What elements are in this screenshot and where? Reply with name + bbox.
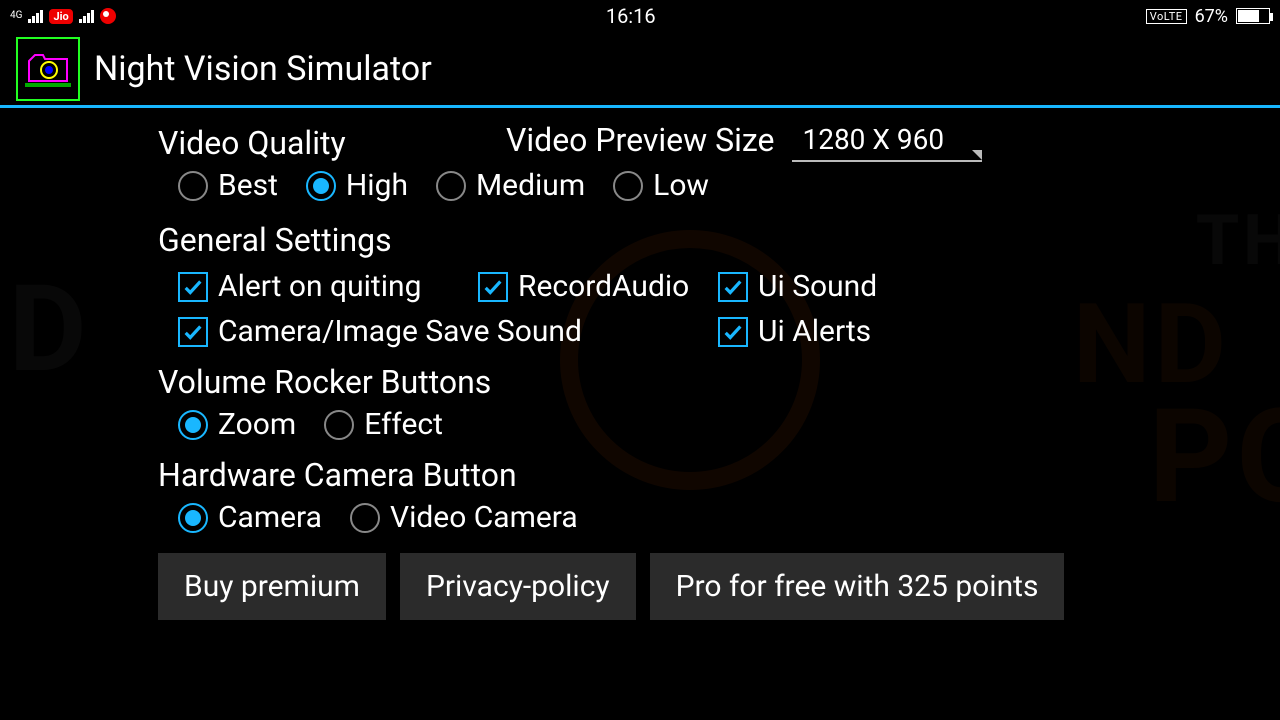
radio-low[interactable]: Low [613,168,709,203]
check-label: RecordAudio [518,269,689,304]
battery-icon [1236,8,1270,24]
status-bar: 4G Jio 16:16 VoLTE 67% [0,0,1280,32]
radio-medium[interactable]: Medium [436,168,585,203]
radio-label: Best [218,168,278,203]
radio-camera[interactable]: Camera [178,500,322,535]
app-title: Night Vision Simulator [94,49,432,89]
radio-label: Video Camera [390,500,578,535]
preview-size-dropdown[interactable]: 1280 X 960 [792,118,982,162]
preview-size-label: Video Preview Size [506,121,774,159]
radio-label: Low [653,168,709,203]
buy-premium-button[interactable]: Buy premium [158,553,386,620]
dropdown-icon [972,150,982,160]
check-label: Ui Sound [758,269,877,304]
carrier-badge: Jio [49,9,72,24]
check-label: Camera/Image Save Sound [218,314,582,349]
vodafone-icon [100,8,116,24]
radio-label: Effect [364,407,443,442]
radio-zoom[interactable]: Zoom [178,407,296,442]
app-icon [16,37,80,101]
radio-best[interactable]: Best [178,168,278,203]
volume-rocker-heading: Volume Rocker Buttons [158,363,1280,401]
check-label: Alert on quiting [218,269,421,304]
pro-free-button[interactable]: Pro for free with 325 points [650,553,1065,620]
radio-effect[interactable]: Effect [324,407,443,442]
preview-size-value: 1280 X 960 [802,123,944,156]
radio-high[interactable]: High [306,168,408,203]
radio-label: High [346,168,408,203]
check-ui-sound[interactable]: Ui Sound [718,269,877,304]
hardware-camera-heading: Hardware Camera Button [158,456,1280,494]
check-record-audio[interactable]: RecordAudio [478,269,689,304]
signal-icon [28,9,43,23]
volte-badge: VoLTE [1146,9,1187,24]
check-camera-save-sound[interactable]: Camera/Image Save Sound [178,314,582,349]
check-label: Ui Alerts [758,314,871,349]
radio-label: Zoom [218,407,296,442]
privacy-policy-button[interactable]: Privacy-policy [400,553,636,620]
general-settings-heading: General Settings [158,221,1280,259]
video-quality-heading: Video Quality [158,124,506,162]
app-bar: Night Vision Simulator [0,32,1280,108]
radio-label: Camera [218,500,322,535]
signal-icon-2 [79,9,94,23]
battery-percent: 67% [1195,6,1228,27]
status-time: 16:16 [606,4,656,28]
radio-video-camera[interactable]: Video Camera [350,500,578,535]
check-ui-alerts[interactable]: Ui Alerts [718,314,871,349]
check-alert-quit[interactable]: Alert on quiting [178,269,421,304]
network-type: 4G [10,11,22,21]
radio-label: Medium [476,168,585,203]
